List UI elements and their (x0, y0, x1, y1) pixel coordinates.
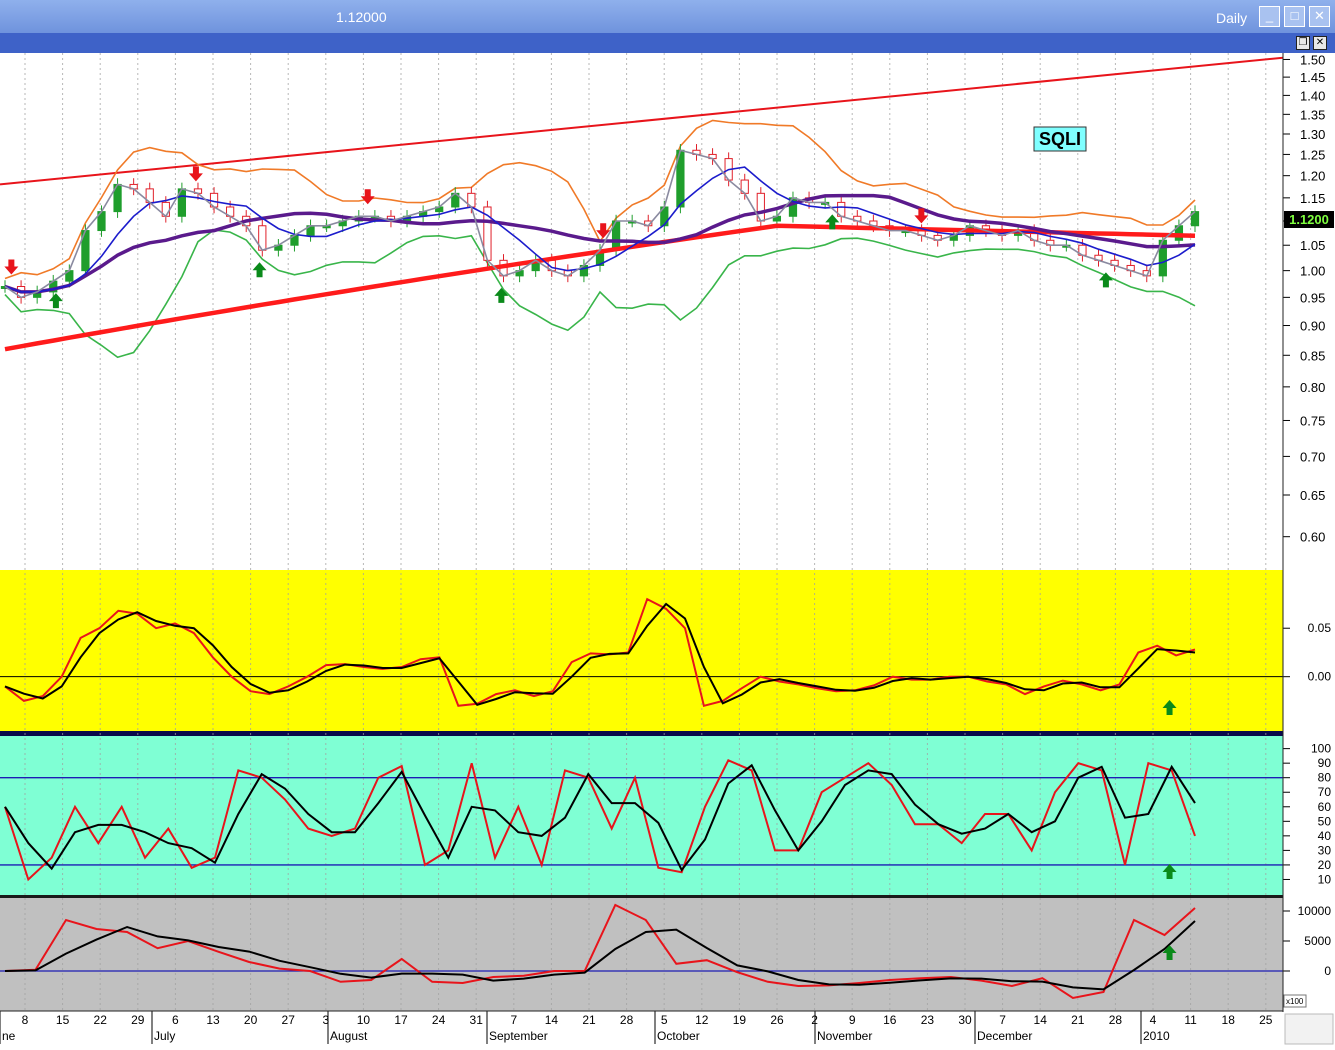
close-chart-button[interactable]: ✕ (1313, 36, 1327, 50)
x-day-label: 21 (582, 1013, 596, 1027)
price-tick-label: 0.90 (1300, 319, 1325, 334)
x-day-label: 13 (206, 1013, 220, 1027)
indicator-tick-label: 0.05 (1308, 621, 1332, 635)
indicator-tick-label: 0 (1324, 964, 1331, 978)
price-tick-label: 0.70 (1300, 449, 1325, 464)
panel-divider-2 (0, 895, 1283, 898)
restore-button[interactable]: ❐ (1296, 36, 1310, 50)
indicator-tick-label: 10 (1318, 872, 1332, 886)
x-day-label: 16 (883, 1013, 897, 1027)
indicator-tick-label: 50 (1318, 814, 1332, 828)
x-day-label: 29 (131, 1013, 145, 1027)
indicator-tick-label: 20 (1318, 858, 1332, 872)
indicator-tick-label: 10000 (1298, 904, 1332, 918)
x-day-label: 22 (94, 1013, 108, 1027)
x-day-label: 21 (1071, 1013, 1085, 1027)
indicator-tick-label: 100 (1311, 742, 1331, 756)
x-day-label: 17 (394, 1013, 408, 1027)
x-month-label: August (330, 1029, 368, 1043)
x-day-label: 4 (1150, 1013, 1157, 1027)
title-value: 1.12000 (336, 9, 387, 25)
x-day-label: 28 (1109, 1013, 1123, 1027)
period-label: Daily (1216, 10, 1248, 26)
price-tick-label: 1.00 (1300, 264, 1325, 279)
price-tick-label: 1.40 (1300, 88, 1325, 103)
macd-panel-bg (0, 570, 1283, 731)
price-tick-label: 1.45 (1300, 70, 1325, 85)
x-day-label: 24 (432, 1013, 446, 1027)
x-month-label: November (817, 1029, 872, 1043)
price-tick-label: 1.15 (1300, 191, 1325, 206)
indicator-tick-label: 60 (1318, 800, 1332, 814)
indicator-tick-label: 0.00 (1308, 670, 1332, 684)
corner-box[interactable] (1284, 1013, 1334, 1045)
x-day-label: 14 (1034, 1013, 1048, 1027)
x-day-label: 15 (56, 1013, 70, 1027)
x-day-label: 27 (282, 1013, 296, 1027)
x-day-label: 8 (22, 1013, 29, 1027)
x-month-label: September (489, 1029, 548, 1043)
price-tick-label: 0.65 (1300, 488, 1325, 503)
x-month-label: ne (2, 1029, 16, 1043)
price-tick-label: 1.05 (1300, 238, 1325, 253)
price-tick-label: 1.30 (1300, 127, 1325, 142)
indicator-tick-label: 80 (1318, 771, 1332, 785)
price-tick-label: 0.80 (1300, 380, 1325, 395)
x-day-label: 30 (958, 1013, 972, 1027)
x-day-label: 11 (1184, 1013, 1197, 1027)
x-day-label: 7 (999, 1013, 1006, 1027)
x-month-label: December (977, 1029, 1032, 1043)
chart-toolbar-strip: ❐ ✕ (0, 33, 1335, 53)
scale-note: x100 (1286, 997, 1304, 1006)
maximize-button[interactable]: □ (1284, 6, 1305, 27)
x-month-label: 2010 (1143, 1029, 1170, 1043)
x-month-label: July (154, 1029, 175, 1043)
indicator-tick-label: 40 (1318, 829, 1332, 843)
x-day-label: 28 (620, 1013, 634, 1027)
indicator-tick-label: 90 (1318, 756, 1332, 770)
price-tick-label: 0.85 (1300, 348, 1325, 363)
price-tick-label: 0.60 (1300, 530, 1325, 545)
x-day-label: 6 (172, 1013, 179, 1027)
x-day-label: 20 (244, 1013, 258, 1027)
indicator-tick-label: 5000 (1304, 934, 1331, 948)
indicator-tick-label: 70 (1318, 785, 1332, 799)
price-panel-bg (0, 53, 1335, 570)
stochastic-panel-bg (0, 736, 1283, 896)
symbol-label: SQLI (1039, 129, 1081, 149)
title-bar: 1.12000 Daily _ □ ✕ (0, 0, 1335, 33)
x-day-label: 5 (661, 1013, 668, 1027)
x-day-label: 10 (357, 1013, 371, 1027)
x-day-label: 7 (510, 1013, 517, 1027)
x-day-label: 25 (1259, 1013, 1273, 1027)
x-day-label: 31 (470, 1013, 484, 1027)
x-day-label: 14 (545, 1013, 559, 1027)
x-day-label: 18 (1222, 1013, 1236, 1027)
last-price-label: 1.1200 (1289, 212, 1329, 227)
price-tick-label: 0.95 (1300, 290, 1325, 305)
x-day-label: 26 (770, 1013, 784, 1027)
panel-divider (0, 731, 1283, 736)
x-day-label: 23 (921, 1013, 935, 1027)
x-day-label: 12 (695, 1013, 709, 1027)
price-tick-label: 1.35 (1300, 107, 1325, 122)
price-tick-label: 1.25 (1300, 147, 1325, 162)
price-tick-label: 0.75 (1300, 413, 1325, 428)
price-tick-label: 1.20 (1300, 169, 1325, 184)
indicator-tick-label: 30 (1318, 843, 1332, 857)
x-day-label: 9 (849, 1013, 856, 1027)
x-month-label: October (657, 1029, 700, 1043)
x-day-label: 19 (733, 1013, 747, 1027)
minimize-button[interactable]: _ (1259, 6, 1280, 27)
chart-canvas: 0.60 0.65 0.70 0.75 0.80 0.85 0.90 0.95 1.00 1.05… (0, 52, 1335, 1050)
price-tick-label: 1.50 (1300, 52, 1325, 67)
close-button[interactable]: ✕ (1309, 6, 1330, 27)
